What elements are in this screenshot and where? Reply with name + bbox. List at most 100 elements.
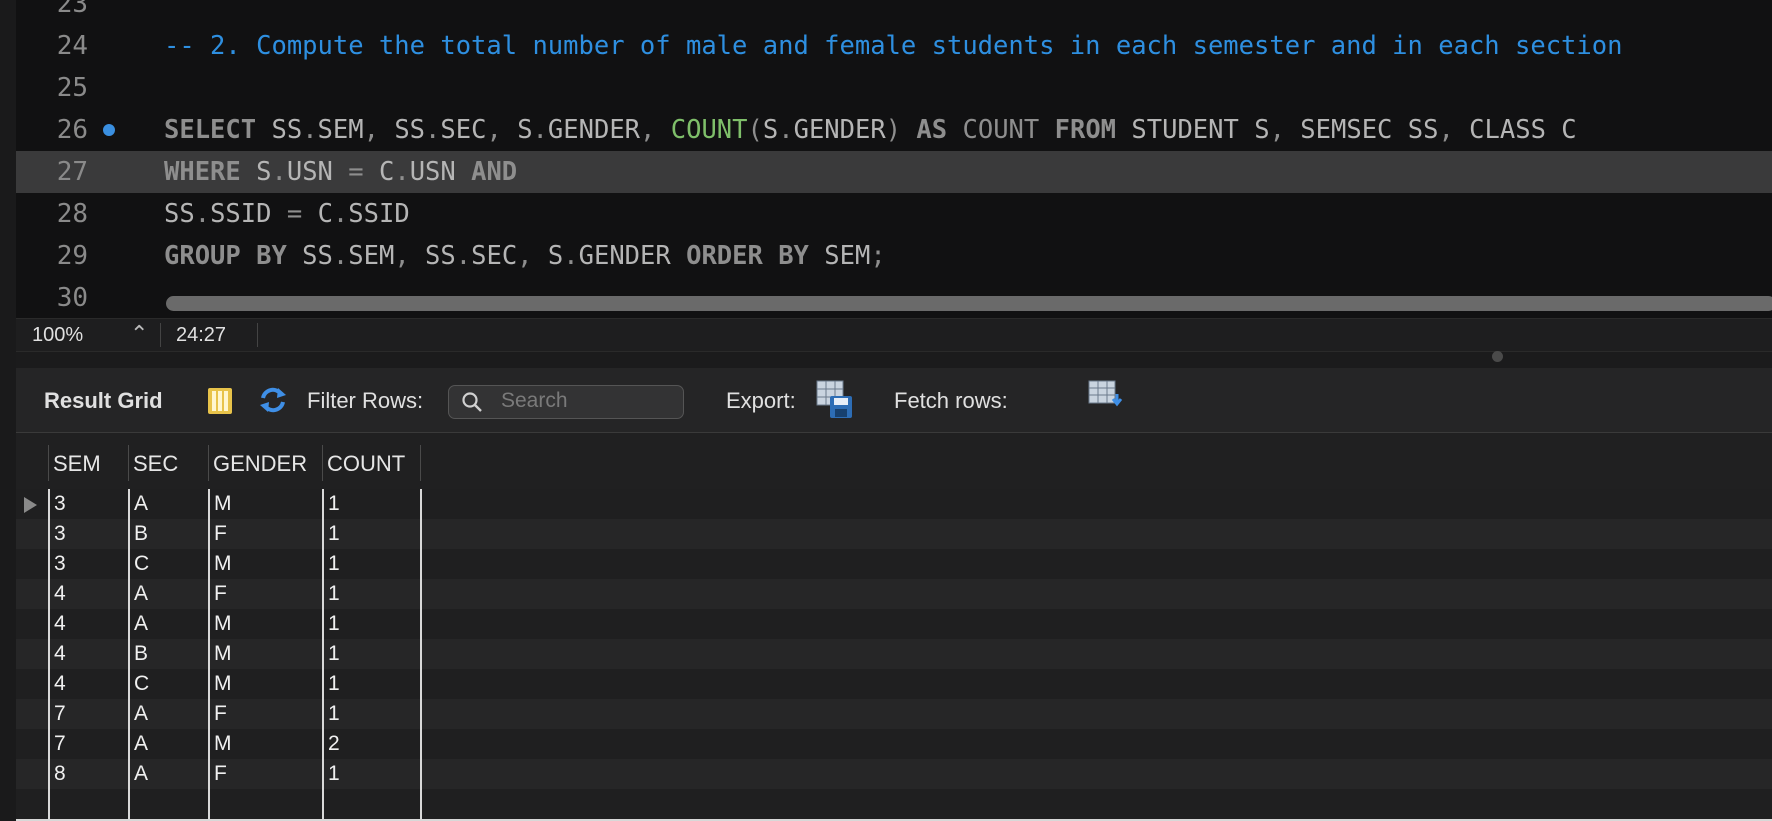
table-cell[interactable]: 1 [328, 582, 340, 606]
column-header-sec[interactable]: SEC [133, 451, 178, 477]
search-input[interactable] [501, 386, 671, 416]
table-cell[interactable]: 3 [54, 522, 66, 546]
table-cell[interactable]: 7 [54, 702, 66, 726]
table-cell[interactable]: F [214, 522, 227, 546]
column-header-count[interactable]: COUNT [327, 451, 405, 477]
export-icon[interactable] [816, 380, 854, 420]
table-row[interactable]: 3 C M 1 [16, 549, 1772, 581]
table-cell[interactable]: 3 [54, 492, 66, 516]
table-cell[interactable]: M [214, 552, 232, 576]
table-row[interactable]: 8 A F 1 [16, 759, 1772, 791]
table-cell[interactable]: M [214, 642, 232, 666]
table-cell[interactable]: 4 [54, 672, 66, 696]
table-cell[interactable]: A [134, 492, 148, 516]
editor-line[interactable]: 24 -- 2. Compute the total number of male… [0, 25, 1772, 67]
status-divider [257, 323, 258, 347]
split-handle[interactable] [1492, 351, 1503, 362]
code-text: GROUP BY SS.SEM, SS.SEC, S.GENDER ORDER … [164, 241, 886, 271]
grid-layout-icon[interactable] [207, 387, 233, 415]
search-icon [462, 392, 482, 412]
column-divider[interactable] [208, 445, 209, 481]
table-cell[interactable]: M [214, 732, 232, 756]
editor-line[interactable]: 26 SELECT SS.SEM, SS.SEC, S.GENDER, COUNT… [0, 109, 1772, 151]
export-label: Export: [726, 388, 796, 413]
table-cell[interactable]: A [134, 702, 148, 726]
table-cell[interactable]: 1 [328, 552, 340, 576]
code-text: WHERE S.USN = C.USN AND [164, 157, 518, 187]
grid-column-line [322, 489, 324, 820]
code-text: SS.SSID = C.SSID [164, 199, 410, 229]
table-cell[interactable]: 1 [328, 612, 340, 636]
grid-column-line [208, 489, 210, 820]
table-cell[interactable]: A [134, 612, 148, 636]
current-row-marker-icon [24, 497, 37, 513]
code-text: SELECT SS.SEM, SS.SEC, S.GENDER, COUNT(S… [164, 115, 1577, 145]
left-gutter-strip [0, 0, 16, 820]
column-header-sem[interactable]: SEM [53, 451, 101, 477]
table-cell[interactable]: 8 [54, 762, 66, 786]
table-cell[interactable]: A [134, 762, 148, 786]
table-cell[interactable]: 1 [328, 702, 340, 726]
table-row[interactable]: 4 A F 1 [16, 579, 1772, 611]
table-cell[interactable]: 1 [328, 522, 340, 546]
table-row[interactable]: 3 A M 1 [16, 489, 1772, 521]
horizontal-scrollbar[interactable] [166, 296, 1772, 311]
column-divider[interactable] [420, 445, 421, 481]
table-row[interactable]: 4 B M 1 [16, 639, 1772, 671]
table-cell[interactable]: 1 [328, 492, 340, 516]
filter-search-box[interactable] [448, 385, 684, 419]
cursor-position: 24:27 [176, 324, 227, 346]
table-cell[interactable]: 1 [328, 762, 340, 786]
table-row[interactable]: 7 A F 1 [16, 699, 1772, 731]
table-cell[interactable]: 1 [328, 672, 340, 696]
fetch-rows-icon[interactable] [1088, 380, 1124, 412]
grid-column-line [128, 489, 130, 820]
editor-line[interactable]: 23 [0, 0, 1772, 25]
table-cell[interactable]: A [134, 732, 148, 756]
column-header-gender[interactable]: GENDER [213, 451, 307, 477]
grid-column-line [48, 489, 50, 820]
table-cell[interactable]: 4 [54, 642, 66, 666]
table-cell[interactable]: M [214, 672, 232, 696]
table-row[interactable] [16, 789, 1772, 821]
editor-line[interactable]: 29 GROUP BY SS.SEM, SS.SEC, S.GENDER ORDE… [0, 235, 1772, 277]
table-cell[interactable]: B [134, 522, 148, 546]
table-cell[interactable]: M [214, 492, 232, 516]
table-cell[interactable]: 4 [54, 612, 66, 636]
code-text: -- 2. Compute the total number of male a… [164, 31, 1623, 61]
status-divider [160, 323, 161, 347]
refresh-icon[interactable] [257, 384, 289, 416]
table-row[interactable]: 7 A M 2 [16, 729, 1772, 761]
table-cell[interactable]: C [134, 672, 149, 696]
table-cell[interactable]: 4 [54, 582, 66, 606]
column-divider[interactable] [48, 445, 49, 481]
table-cell[interactable]: 7 [54, 732, 66, 756]
table-row[interactable]: 4 A M 1 [16, 609, 1772, 641]
editor-line[interactable]: 28 SS.SSID = C.SSID [0, 193, 1772, 235]
table-cell[interactable]: B [134, 642, 148, 666]
column-divider[interactable] [322, 445, 323, 481]
table-cell[interactable]: C [134, 552, 149, 576]
grid-header-row: SEM SEC GENDER COUNT [0, 433, 1772, 490]
table-cell[interactable]: F [214, 582, 227, 606]
sql-editor[interactable]: 23 24 -- 2. Compute the total number of ma… [0, 0, 1772, 318]
table-cell[interactable]: F [214, 702, 227, 726]
breakpoint-marker-icon[interactable] [103, 124, 115, 136]
editor-status-bar: 100% ⌃ 24:27 [0, 318, 1772, 352]
table-cell[interactable]: 3 [54, 552, 66, 576]
zoom-level[interactable]: 100% [32, 324, 83, 347]
zoom-stepper-icon[interactable]: ⌃ [130, 321, 148, 347]
table-row[interactable]: 3 B F 1 [16, 519, 1772, 551]
editor-line[interactable]: 27 WHERE S.USN = C.USN AND [0, 151, 1772, 193]
column-divider[interactable] [128, 445, 129, 481]
table-cell[interactable]: F [214, 762, 227, 786]
editor-line[interactable]: 25 [0, 67, 1772, 109]
table-cell[interactable]: 2 [328, 732, 340, 756]
result-grid-label: Result Grid [44, 388, 163, 413]
table-cell[interactable]: A [134, 582, 148, 606]
table-cell[interactable]: M [214, 612, 232, 636]
result-grid: SEM SEC GENDER COUNT 3 A M 1 3 B F 1 3 C M 1 4 A F 1 4 A M 1 4 B… [0, 433, 1772, 821]
table-cell[interactable]: 1 [328, 642, 340, 666]
table-row[interactable]: 4 C M 1 [16, 669, 1772, 701]
result-toolbar: Result Grid Filter Rows: Export: Fetch r… [0, 368, 1772, 433]
